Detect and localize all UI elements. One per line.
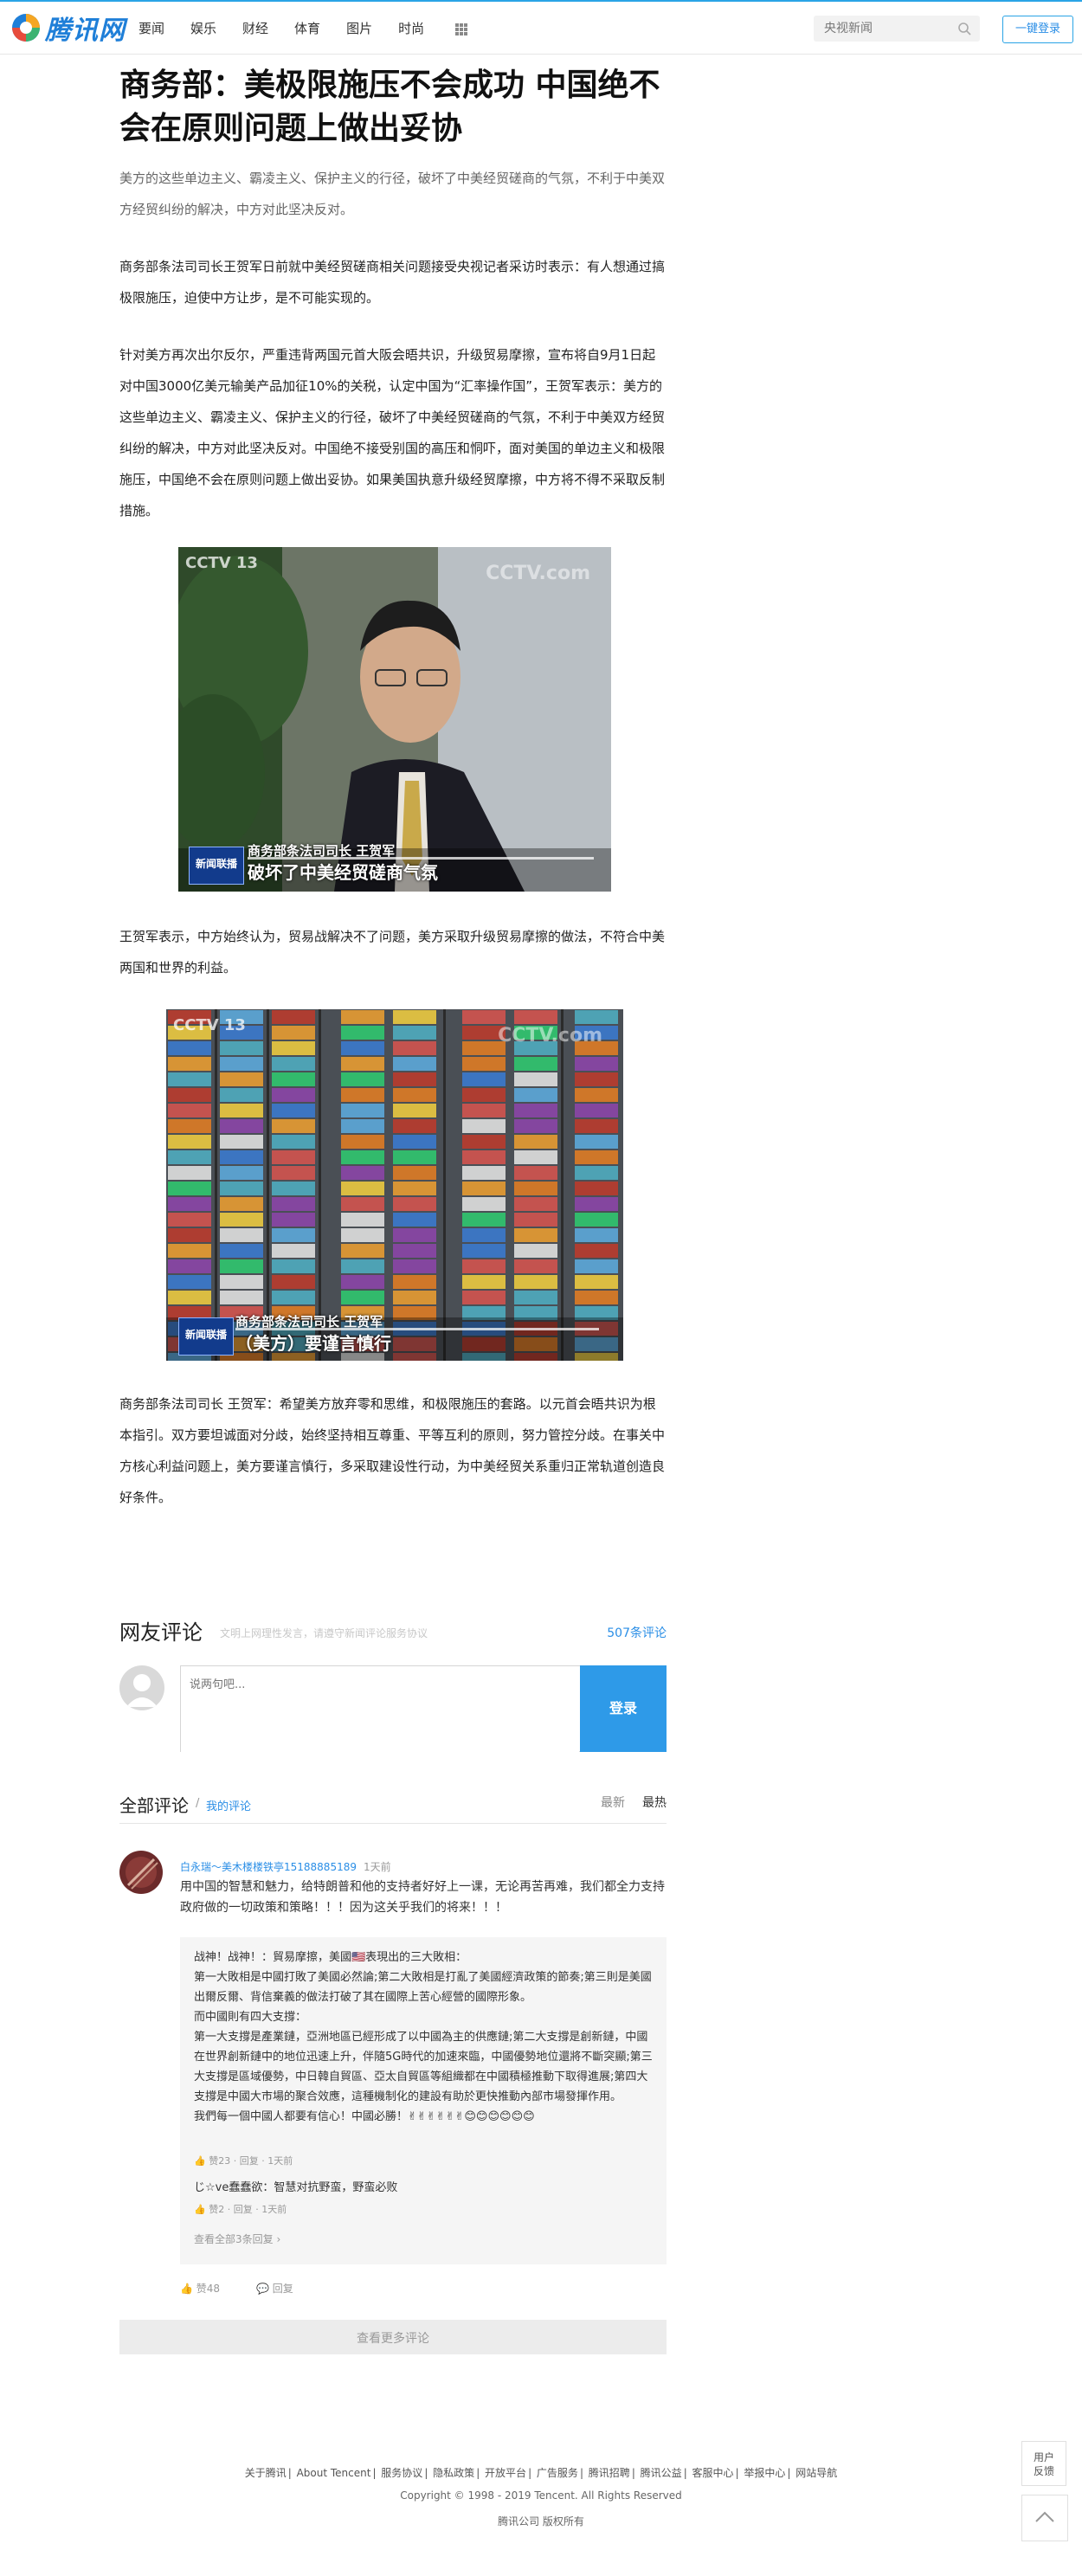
user-feedback-button[interactable]: 用户 反馈: [1021, 2441, 1066, 2486]
reply-time: 1天前: [261, 2204, 287, 2215]
sort-latest-tab[interactable]: 最新: [601, 1794, 625, 1811]
footer-link[interactable]: 广告服务: [537, 2467, 578, 2479]
comment-reply-label: 回复: [272, 2283, 293, 2295]
comment-username[interactable]: 白永瑞～美木楼楼铁亭15188885189: [180, 1859, 357, 1874]
copyright: Copyright © 1998 - 2019 Tencent. All Rig…: [400, 2489, 682, 2502]
separator: /: [196, 1797, 200, 1810]
nav-item-entertainment[interactable]: 娱乐: [190, 19, 216, 37]
logo-text: 腾讯网: [45, 16, 126, 46]
footer-link[interactable]: 开放平台: [485, 2467, 526, 2479]
nav-item-sports[interactable]: 体育: [294, 19, 320, 37]
footer-link[interactable]: 网站导航: [795, 2467, 837, 2479]
thumbs-up-icon: 👍: [180, 2283, 193, 2295]
channel-logo: CCTV 13: [185, 554, 258, 572]
replies-box: 战神！战神！：貿易摩擦，美國🇺🇸表現出的三大敗相： 第一大敗相是中國打敗了美國必…: [180, 1937, 667, 2264]
my-comments-link[interactable]: 我的评论: [206, 1797, 251, 1813]
caption-divider: [248, 857, 594, 860]
container-yard-photo: [166, 1009, 623, 1361]
all-comments-title: 全部评论: [119, 1795, 189, 1816]
program-badge: 新闻联播: [178, 1317, 234, 1356]
reply-meta: 👍 赞2 · 回复 · 1天前: [194, 2204, 287, 2215]
chevron-up-icon: [1035, 2511, 1054, 2522]
comment-login-button[interactable]: 登录: [580, 1665, 667, 1752]
search-bar: [814, 16, 980, 42]
footer-link[interactable]: 举报中心: [744, 2467, 785, 2479]
tencent-logo-icon: [12, 14, 40, 42]
comments-hint[interactable]: 文明上网理性发言，请遵守新闻评论服务协议: [220, 1626, 428, 1640]
channel-logo: CCTV 13: [173, 1016, 246, 1034]
caption-divider: [235, 1328, 599, 1330]
reply-button[interactable]: 回复: [240, 2155, 259, 2167]
comment-likes: 赞48: [196, 2283, 221, 2295]
search-input[interactable]: [814, 16, 954, 42]
reply-button[interactable]: 回复: [234, 2204, 253, 2215]
comment-like[interactable]: 👍 赞48: [180, 2281, 220, 2296]
article-paragraph: 针对美方再次出尔反尔，严重违背两国元首大阪会晤共识，升级贸易摩擦，宣布将自9月1…: [119, 347, 666, 518]
footer-link[interactable]: 关于腾讯: [245, 2467, 287, 2479]
nav-item-finance[interactable]: 财经: [242, 19, 268, 37]
caption-quote: （美方）要谨言慎行: [235, 1333, 391, 1354]
article-image-interview: CCTV 13 CCTV.com 新闻联播 商务部条法司司长 王贺军 破坏了中美…: [178, 547, 611, 892]
interview-photo: [178, 547, 611, 892]
article-lead: 美方的这些单边主义、霸凌主义、保护主义的行径，破坏了中美经贸磋商的气氛，不利于中…: [119, 171, 666, 217]
reply-meta: 👍 赞23 · 回复 · 1天前: [194, 2155, 293, 2167]
comment-input[interactable]: [181, 1666, 579, 1753]
avatar[interactable]: [119, 1851, 163, 1894]
back-to-top-button[interactable]: [1021, 2495, 1068, 2541]
footer-link[interactable]: 服务协议: [381, 2467, 422, 2479]
footer-link[interactable]: 客服中心: [692, 2467, 734, 2479]
article-image-containers: CCTV 13 CCTV.com 新闻联播 商务部条法司司长 王贺军 （美方）要…: [166, 1009, 623, 1361]
article-paragraph: 商务部条法司司长 王贺军：希望美方放弃零和思维，和极限施压的套路。以元首会晤共识…: [119, 1396, 666, 1505]
divider: [119, 1823, 667, 1824]
all-comments-header: 全部评论 / 我的评论 最新 最热: [119, 1792, 667, 1816]
nav-item-photos[interactable]: 图片: [346, 19, 372, 37]
site-logo[interactable]: 腾讯网: [10, 10, 126, 46]
one-click-login-button[interactable]: 一键登录: [1002, 16, 1073, 43]
more-grid-icon[interactable]: [454, 23, 468, 36]
comment-input-box: [180, 1665, 582, 1753]
comments-title: 网友评论: [119, 1620, 203, 1645]
article-paragraph: 王贺军表示，中方始终认为，贸易战解决不了问题，美方采取升级贸易摩擦的做法，不符合…: [119, 929, 666, 976]
footer-link[interactable]: 腾讯招聘: [589, 2467, 630, 2479]
comments-count[interactable]: 507条评论: [607, 1624, 667, 1641]
avatar: [119, 1665, 164, 1710]
user-avatar-image: [119, 1851, 163, 1894]
sort-hot-tab[interactable]: 最热: [642, 1794, 667, 1811]
nav-item-news[interactable]: 要闻: [138, 19, 164, 37]
footer-link[interactable]: 腾讯公益: [641, 2467, 682, 2479]
reply-time: 1天前: [267, 2155, 293, 2167]
speech-bubble-icon: 💬: [256, 2283, 269, 2295]
view-more-comments-button[interactable]: 查看更多评论: [119, 2320, 667, 2354]
reply-likes[interactable]: 赞2: [209, 2204, 224, 2215]
main-nav: 要闻 娱乐 财经 体育 图片 时尚: [138, 19, 450, 37]
default-user-icon: [126, 1674, 158, 1707]
like-icon[interactable]: 👍: [194, 2155, 206, 2167]
reply-likes[interactable]: 赞23: [209, 2155, 230, 2167]
comment-text: 用中国的智慧和魅力，给特朗普和他的支持者好好上一课，无论再苦再难，我们都全力支持…: [180, 1880, 665, 1915]
program-badge: 新闻联播: [189, 847, 244, 885]
site-header: 腾讯网 要闻 娱乐 财经 体育 图片 时尚 一键登录: [0, 2, 1082, 55]
like-icon[interactable]: 👍: [194, 2204, 206, 2215]
footer-link[interactable]: 隐私政策: [433, 2467, 474, 2479]
company-name: 腾讯公司 版权所有: [498, 2515, 584, 2528]
watermark: CCTV.com: [498, 1025, 602, 1046]
comments-header: 网友评论 文明上网理性发言，请遵守新闻评论服务协议 507条评论: [119, 1615, 667, 1646]
article-paragraph: 商务部条法司司长王贺军日前就中美经贸磋商相关问题接受央视记者采访时表示：有人想通…: [119, 259, 666, 306]
comment-time: 1天前: [364, 1861, 391, 1873]
comment-reply-button[interactable]: 💬 回复: [256, 2281, 293, 2296]
watermark: CCTV.com: [486, 563, 590, 584]
footer-link[interactable]: About Tencent: [297, 2467, 371, 2479]
article-title: 商务部：美极限施压不会成功 中国绝不会在原则问题上做出妥协: [119, 68, 660, 146]
caption-quote: 破坏了中美经贸磋商气氛: [248, 862, 438, 883]
reply-text: じ☆ve蠢蠢欲：智慧对抗野蛮，野蛮必败: [194, 2181, 398, 2194]
reply-text: 战神！战神！：貿易摩擦，美國🇺🇸表現出的三大敗相： 第一大敗相是中國打敗了美國必…: [194, 1951, 653, 2123]
search-icon[interactable]: [957, 22, 971, 35]
footer-links: 关于腾讯 | About Tencent | 服务协议 | 隐私政策 | 开放平台 | 广…: [244, 2467, 838, 2479]
nav-item-fashion[interactable]: 时尚: [398, 19, 424, 37]
view-all-replies-link[interactable]: 查看全部3条回复 ›: [194, 2231, 280, 2246]
